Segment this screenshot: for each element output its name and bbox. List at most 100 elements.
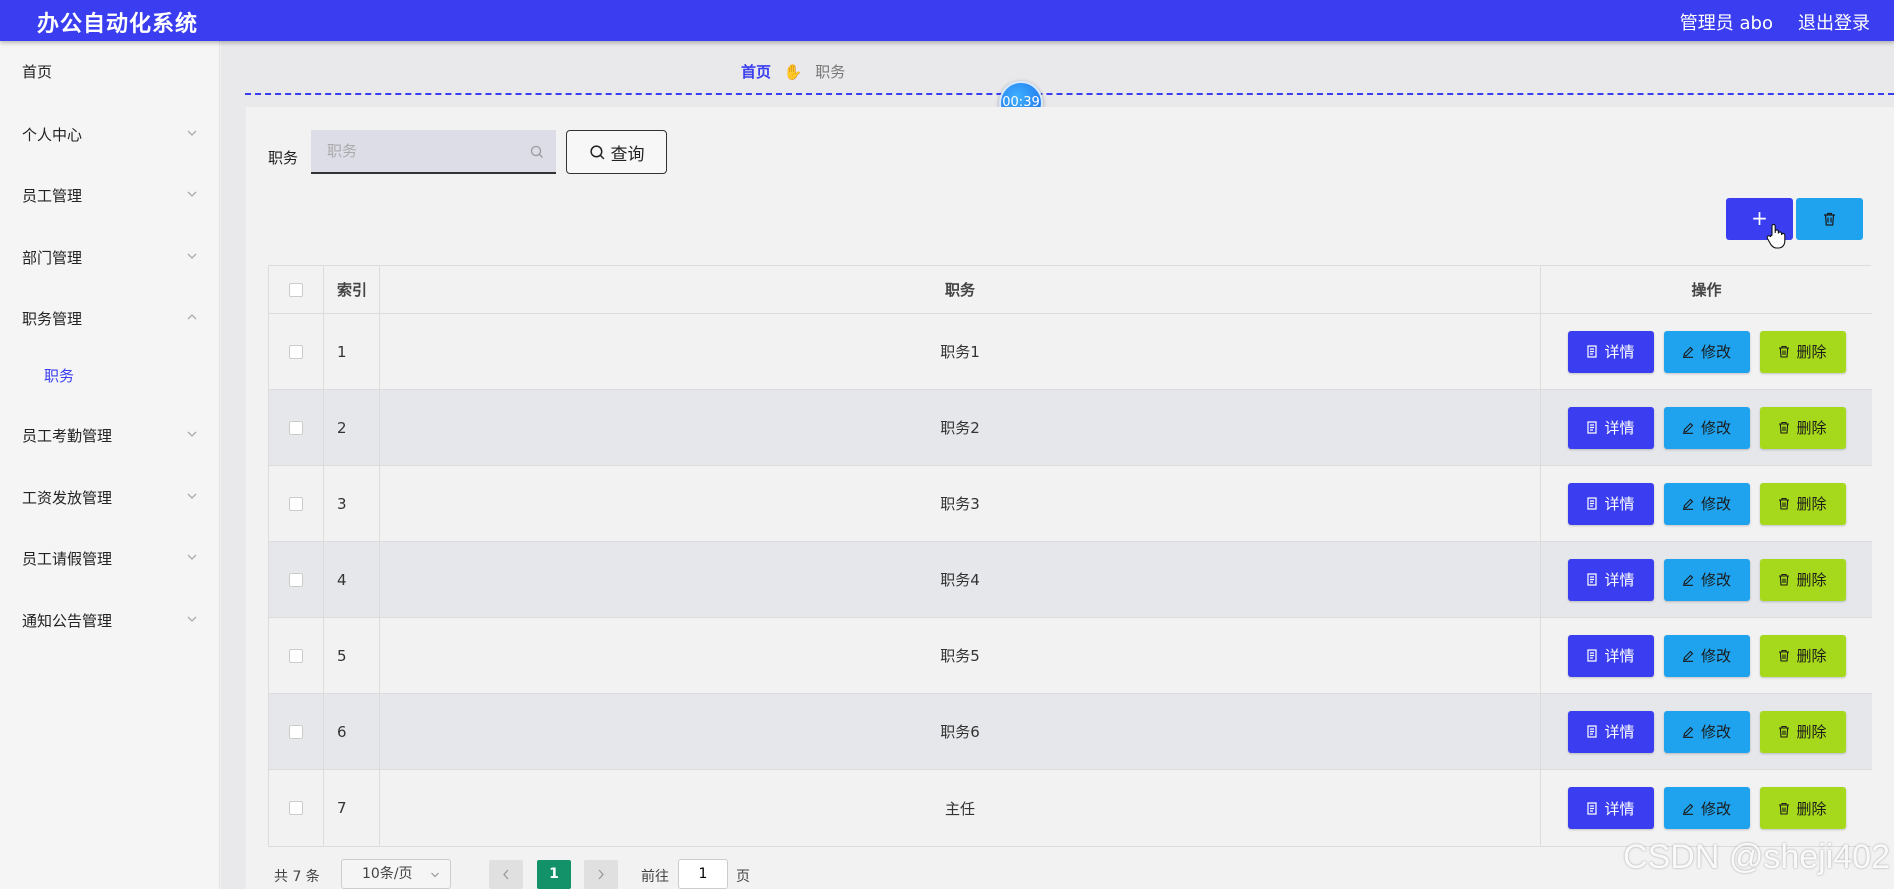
- breadcrumb-home[interactable]: 首页: [741, 63, 771, 81]
- detail-button[interactable]: 详情: [1567, 482, 1654, 525]
- watermark: CSDN @sheji402: [1623, 838, 1890, 876]
- sidebar-item-personal-center[interactable]: 个人中心: [0, 114, 220, 154]
- table-row: 1 职务1 详情 修改 删除: [269, 314, 1872, 390]
- sidebar-item-notice[interactable]: 通知公告管理: [0, 600, 220, 640]
- query-button[interactable]: 查询: [566, 130, 667, 174]
- header-ops: 操作: [1691, 281, 1722, 299]
- edit-button[interactable]: 修改: [1663, 558, 1750, 601]
- detail-button-label: 详情: [1604, 799, 1635, 818]
- row-index: 7: [324, 770, 380, 846]
- detail-button[interactable]: 详情: [1567, 558, 1654, 601]
- row-checkbox[interactable]: [289, 420, 303, 435]
- detail-button[interactable]: 详情: [1567, 330, 1654, 373]
- row-checkbox[interactable]: [289, 572, 303, 587]
- chevron-left-icon: [503, 869, 509, 880]
- batch-delete-button[interactable]: [1796, 198, 1863, 240]
- chevron-down-icon: [187, 493, 197, 499]
- sidebar-subitem-position[interactable]: 职务: [0, 355, 220, 395]
- prev-page-button[interactable]: [489, 860, 523, 889]
- table-row: 7 主任 详情 修改 删除: [269, 770, 1872, 846]
- row-checkbox[interactable]: [289, 648, 303, 663]
- row-index: 2: [324, 390, 380, 465]
- delete-button[interactable]: 删除: [1759, 482, 1846, 525]
- delete-button[interactable]: 删除: [1759, 558, 1846, 601]
- row-actions: 详情 修改 删除: [1541, 466, 1872, 541]
- row-checkbox[interactable]: [289, 344, 303, 359]
- delete-button[interactable]: 删除: [1759, 634, 1846, 677]
- edit-button-label: 修改: [1700, 723, 1731, 741]
- page-size-select[interactable]: 10条/页: [341, 859, 451, 889]
- row-checkbox[interactable]: [289, 724, 303, 739]
- table-row: 2 职务2 详情 修改 删除: [269, 390, 1872, 466]
- query-button-label: 查询: [610, 144, 645, 165]
- detail-button-label: 详情: [1604, 419, 1635, 437]
- table-row: 4 职务4 详情 修改 删除: [269, 542, 1872, 618]
- row-checkbox-cell: [269, 770, 324, 846]
- edit-button-label: 修改: [1700, 419, 1731, 437]
- row-index: 3: [324, 466, 380, 541]
- logout-link[interactable]: 退出登录: [1798, 9, 1870, 35]
- trash-icon: [1779, 802, 1790, 815]
- row-actions: 详情 修改 删除: [1541, 390, 1872, 465]
- detail-button[interactable]: 详情: [1567, 406, 1654, 449]
- edit-button[interactable]: 修改: [1663, 634, 1750, 677]
- table-row: 3 职务3 详情 修改 删除: [269, 466, 1872, 542]
- edit-icon: [1682, 726, 1694, 738]
- sidebar-item-label: 员工考勤管理: [22, 427, 113, 445]
- document-icon: [1587, 497, 1598, 510]
- chevron-down-icon: [187, 253, 197, 259]
- delete-button-label: 删除: [1796, 799, 1827, 818]
- edit-icon: [1682, 650, 1694, 662]
- delete-button[interactable]: 删除: [1759, 710, 1846, 753]
- admin-user-label: 管理员 abo: [1679, 13, 1773, 34]
- list-panel: 职务 查询 + 索引 职务 操作 1职务1详情修改删除2职务2详情修改删除3职务…: [246, 107, 1894, 889]
- sidebar-item-salary[interactable]: 工资发放管理: [0, 477, 220, 517]
- position-table: 索引 职务 操作 1 职务1 详情 修改 删除 2 职务2 详情 修改 删除 3 职务3 详情 修改 删除 4…: [268, 265, 1872, 847]
- sidebar-item-attendance[interactable]: 员工考勤管理: [0, 415, 220, 455]
- page-number-current[interactable]: 1: [537, 860, 571, 889]
- sidebar-item-position[interactable]: 职务管理: [0, 298, 220, 338]
- edit-button[interactable]: 修改: [1663, 787, 1750, 829]
- row-checkbox-cell: [269, 314, 324, 389]
- row-checkbox[interactable]: [289, 801, 303, 815]
- sidebar-item-employee[interactable]: 员工管理: [0, 175, 220, 215]
- row-position-name: 职务1: [380, 314, 1541, 389]
- edit-icon: [1682, 422, 1694, 434]
- edit-button[interactable]: 修改: [1663, 482, 1750, 525]
- delete-button[interactable]: 删除: [1759, 406, 1846, 449]
- next-page-button[interactable]: [584, 860, 618, 889]
- edit-button[interactable]: 修改: [1663, 406, 1750, 449]
- row-index: 6: [324, 694, 380, 769]
- trash-icon: [1779, 421, 1790, 434]
- sidebar-item-home[interactable]: 首页: [0, 51, 220, 91]
- delete-button-label: 删除: [1796, 495, 1827, 513]
- goto-page-input[interactable]: [678, 859, 728, 889]
- delete-button[interactable]: 删除: [1759, 787, 1846, 829]
- breadcrumb: 首页 ✋ 职务: [741, 61, 845, 82]
- row-checkbox[interactable]: [289, 496, 303, 511]
- chevron-down-icon: [187, 616, 197, 622]
- chevron-down-icon: [187, 554, 197, 560]
- pagination: 共 7 条 10条/页 1 前往 页: [246, 859, 946, 889]
- delete-button-label: 删除: [1796, 647, 1827, 665]
- sidebar-item-leave[interactable]: 员工请假管理: [0, 538, 220, 578]
- detail-button[interactable]: 详情: [1567, 787, 1654, 829]
- sidebar-item-department[interactable]: 部门管理: [0, 237, 220, 277]
- detail-button[interactable]: 详情: [1567, 634, 1654, 677]
- edit-button[interactable]: 修改: [1663, 710, 1750, 753]
- edit-button[interactable]: 修改: [1663, 330, 1750, 373]
- detail-button[interactable]: 详情: [1567, 710, 1654, 753]
- sidebar-item-label: 部门管理: [22, 249, 83, 267]
- edit-icon: [1682, 803, 1694, 815]
- search-input[interactable]: [311, 130, 556, 174]
- row-position-name: 职务2: [380, 390, 1541, 465]
- row-position-name: 职务6: [380, 694, 1541, 769]
- delete-button[interactable]: 删除: [1759, 330, 1846, 373]
- pagination-total: 共 7 条: [274, 869, 320, 885]
- select-all-checkbox[interactable]: [289, 282, 303, 297]
- sidebar-subitem-label: 职务: [44, 367, 75, 385]
- chevron-down-icon: [431, 872, 439, 878]
- row-actions: 详情 修改 删除: [1541, 770, 1872, 846]
- page-size-value: 10条/页: [362, 866, 413, 882]
- row-checkbox-cell: [269, 618, 324, 693]
